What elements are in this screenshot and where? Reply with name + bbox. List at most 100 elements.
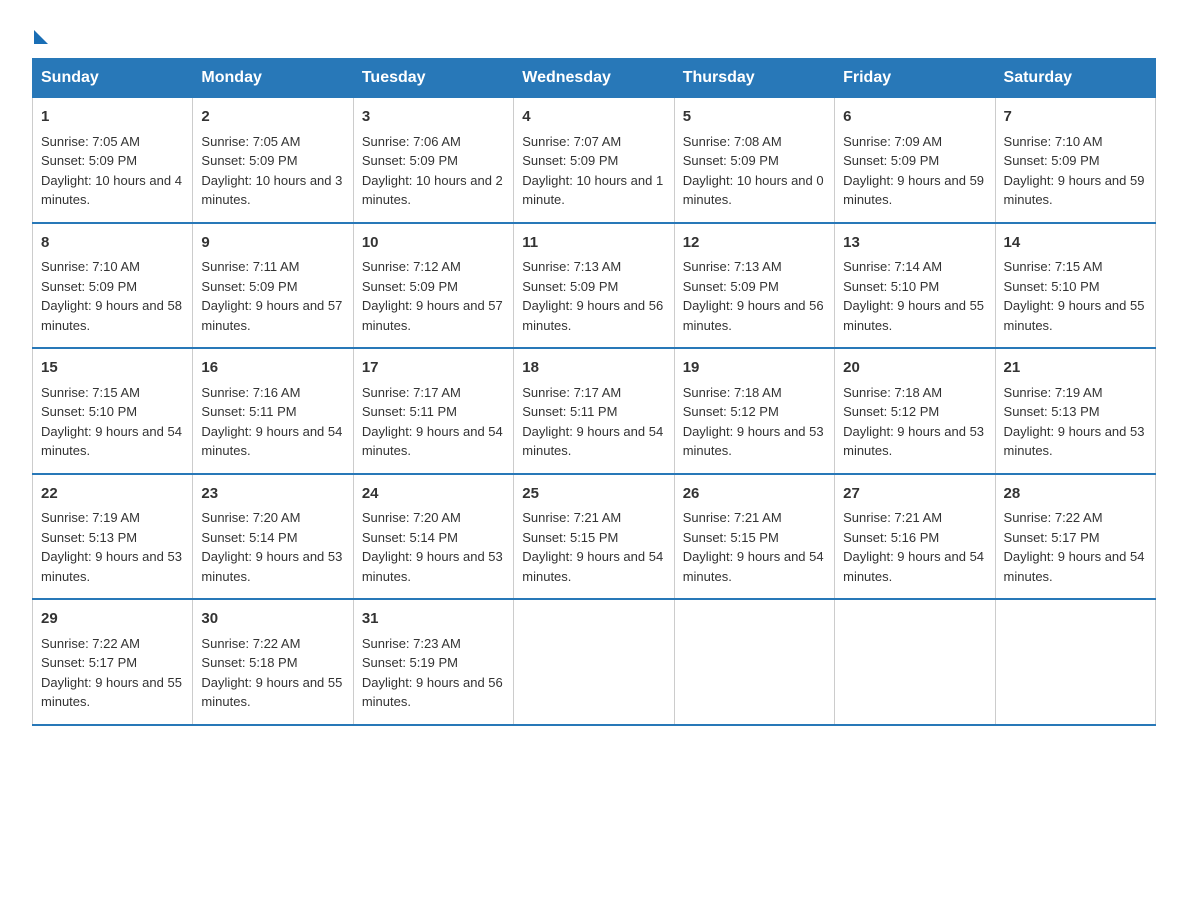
- weekday-header-sunday: Sunday: [33, 59, 193, 98]
- daylight-label: Daylight: 9 hours and 53 minutes.: [362, 549, 503, 584]
- sunrise-label: Sunrise: 7:10 AM: [1004, 134, 1103, 149]
- sunset-label: Sunset: 5:11 PM: [201, 404, 296, 419]
- daylight-label: Daylight: 9 hours and 54 minutes.: [362, 424, 503, 459]
- calendar-cell: 24 Sunrise: 7:20 AM Sunset: 5:14 PM Dayligh…: [353, 474, 513, 600]
- sunset-label: Sunset: 5:10 PM: [1004, 279, 1100, 294]
- sunrise-label: Sunrise: 7:08 AM: [683, 134, 782, 149]
- daylight-label: Daylight: 9 hours and 59 minutes.: [843, 173, 984, 208]
- sunset-label: Sunset: 5:17 PM: [41, 655, 137, 670]
- sunrise-label: Sunrise: 7:07 AM: [522, 134, 621, 149]
- calendar-cell: 6Sunrise: 7:09 AMSunset: 5:09 PMDaylight…: [835, 98, 995, 223]
- sunrise-label: Sunrise: 7:22 AM: [201, 636, 300, 651]
- day-number: 22: [41, 483, 184, 506]
- sunset-label: Sunset: 5:09 PM: [41, 153, 137, 168]
- day-number: 1: [41, 106, 184, 129]
- calendar-table: SundayMondayTuesdayWednesdayThursdayFrid…: [32, 58, 1156, 726]
- calendar-cell: [835, 599, 995, 725]
- day-number: 23: [201, 483, 344, 506]
- sunrise-label: Sunrise: 7:19 AM: [1004, 385, 1103, 400]
- sunset-label: Sunset: 5:12 PM: [843, 404, 939, 419]
- page-header: [32, 24, 1156, 40]
- daylight-label: Daylight: 9 hours and 57 minutes.: [201, 298, 342, 333]
- calendar-week-1: 1 Sunrise: 7:05 AM Sunset: 5:09 PM Daylight…: [33, 98, 1156, 223]
- day-number: 15: [41, 357, 184, 380]
- day-number: 6: [843, 106, 986, 129]
- calendar-week-5: 29 Sunrise: 7:22 AM Sunset: 5:17 PM Dayligh…: [33, 599, 1156, 725]
- daylight-label: Daylight: 9 hours and 54 minutes.: [1004, 549, 1145, 584]
- sunrise-label: Sunrise: 7:05 AM: [41, 134, 140, 149]
- day-number: 29: [41, 608, 184, 631]
- day-number: 16: [201, 357, 344, 380]
- calendar-cell: [514, 599, 674, 725]
- day-number: 24: [362, 483, 505, 506]
- calendar-cell: 11Sunrise: 7:13 AMSunset: 5:09 PMDayligh…: [514, 223, 674, 349]
- sunrise-label: Sunrise: 7:06 AM: [362, 134, 461, 149]
- day-number: 12: [683, 232, 826, 255]
- calendar-cell: 26Sunrise: 7:21 AMSunset: 5:15 PMDayligh…: [674, 474, 834, 600]
- calendar-cell: 31 Sunrise: 7:23 AM Sunset: 5:19 PM Dayligh…: [353, 599, 513, 725]
- calendar-cell: 23Sunrise: 7:20 AMSunset: 5:14 PMDayligh…: [193, 474, 353, 600]
- sunset-label: Sunset: 5:09 PM: [201, 153, 297, 168]
- daylight-label: Daylight: 9 hours and 56 minutes.: [362, 675, 503, 710]
- day-number: 30: [201, 608, 344, 631]
- logo: [32, 24, 48, 40]
- sunset-label: Sunset: 5:09 PM: [843, 153, 939, 168]
- calendar-cell: 16Sunrise: 7:16 AMSunset: 5:11 PMDayligh…: [193, 348, 353, 474]
- sunset-label: Sunset: 5:19 PM: [362, 655, 458, 670]
- sunrise-label: Sunrise: 7:20 AM: [362, 510, 461, 525]
- sunset-label: Sunset: 5:10 PM: [41, 404, 137, 419]
- sunset-label: Sunset: 5:09 PM: [41, 279, 137, 294]
- daylight-label: Daylight: 9 hours and 53 minutes.: [683, 424, 824, 459]
- weekday-header-friday: Friday: [835, 59, 995, 98]
- day-number: 13: [843, 232, 986, 255]
- calendar-cell: 29Sunrise: 7:22 AMSunset: 5:17 PMDayligh…: [33, 599, 193, 725]
- sunrise-label: Sunrise: 7:14 AM: [843, 259, 942, 274]
- sunset-label: Sunset: 5:18 PM: [201, 655, 297, 670]
- weekday-header-monday: Monday: [193, 59, 353, 98]
- daylight-label: Daylight: 9 hours and 58 minutes.: [41, 298, 182, 333]
- daylight-label: Daylight: 9 hours and 53 minutes.: [201, 549, 342, 584]
- daylight-label: Daylight: 10 hours and 0 minutes.: [683, 173, 824, 208]
- sunset-label: Sunset: 5:11 PM: [362, 404, 457, 419]
- calendar-cell: 4Sunrise: 7:07 AMSunset: 5:09 PMDaylight…: [514, 98, 674, 223]
- weekday-header-thursday: Thursday: [674, 59, 834, 98]
- daylight-label: Daylight: 10 hours and 4 minutes.: [41, 173, 182, 208]
- calendar-cell: 3Sunrise: 7:06 AMSunset: 5:09 PMDaylight…: [353, 98, 513, 223]
- weekday-header-row: SundayMondayTuesdayWednesdayThursdayFrid…: [33, 59, 1156, 98]
- sunset-label: Sunset: 5:11 PM: [522, 404, 617, 419]
- sunrise-label: Sunrise: 7:18 AM: [683, 385, 782, 400]
- day-number: 31: [362, 608, 505, 631]
- day-number: 19: [683, 357, 826, 380]
- day-number: 26: [683, 483, 826, 506]
- daylight-label: Daylight: 10 hours and 3 minutes.: [201, 173, 342, 208]
- sunrise-label: Sunrise: 7:13 AM: [683, 259, 782, 274]
- calendar-cell: 13Sunrise: 7:14 AMSunset: 5:10 PMDayligh…: [835, 223, 995, 349]
- calendar-cell: 8Sunrise: 7:10 AMSunset: 5:09 PMDaylight…: [33, 223, 193, 349]
- sunset-label: Sunset: 5:15 PM: [683, 530, 779, 545]
- day-number: 3: [362, 106, 505, 129]
- calendar-cell: 17Sunrise: 7:17 AMSunset: 5:11 PMDayligh…: [353, 348, 513, 474]
- daylight-label: Daylight: 10 hours and 1 minute.: [522, 173, 663, 208]
- calendar-cell: 5Sunrise: 7:08 AMSunset: 5:09 PMDaylight…: [674, 98, 834, 223]
- calendar-cell: 22Sunrise: 7:19 AMSunset: 5:13 PMDayligh…: [33, 474, 193, 600]
- daylight-label: Daylight: 9 hours and 55 minutes.: [843, 298, 984, 333]
- daylight-label: Daylight: 9 hours and 53 minutes.: [1004, 424, 1145, 459]
- sunset-label: Sunset: 5:09 PM: [683, 153, 779, 168]
- calendar-cell: [995, 599, 1155, 725]
- sunrise-label: Sunrise: 7:18 AM: [843, 385, 942, 400]
- day-number: 2: [201, 106, 344, 129]
- sunrise-label: Sunrise: 7:15 AM: [1004, 259, 1103, 274]
- calendar-cell: 18Sunrise: 7:17 AMSunset: 5:11 PMDayligh…: [514, 348, 674, 474]
- daylight-label: Daylight: 9 hours and 57 minutes.: [362, 298, 503, 333]
- sunrise-label: Sunrise: 7:15 AM: [41, 385, 140, 400]
- calendar-week-4: 22Sunrise: 7:19 AMSunset: 5:13 PMDayligh…: [33, 474, 1156, 600]
- sunset-label: Sunset: 5:14 PM: [362, 530, 458, 545]
- daylight-label: Daylight: 9 hours and 53 minutes.: [843, 424, 984, 459]
- daylight-label: Daylight: 10 hours and 2 minutes.: [362, 173, 503, 208]
- sunrise-label: Sunrise: 7:17 AM: [522, 385, 621, 400]
- sunset-label: Sunset: 5:17 PM: [1004, 530, 1100, 545]
- sunrise-label: Sunrise: 7:13 AM: [522, 259, 621, 274]
- sunrise-label: Sunrise: 7:16 AM: [201, 385, 300, 400]
- sunrise-label: Sunrise: 7:23 AM: [362, 636, 461, 651]
- weekday-header-wednesday: Wednesday: [514, 59, 674, 98]
